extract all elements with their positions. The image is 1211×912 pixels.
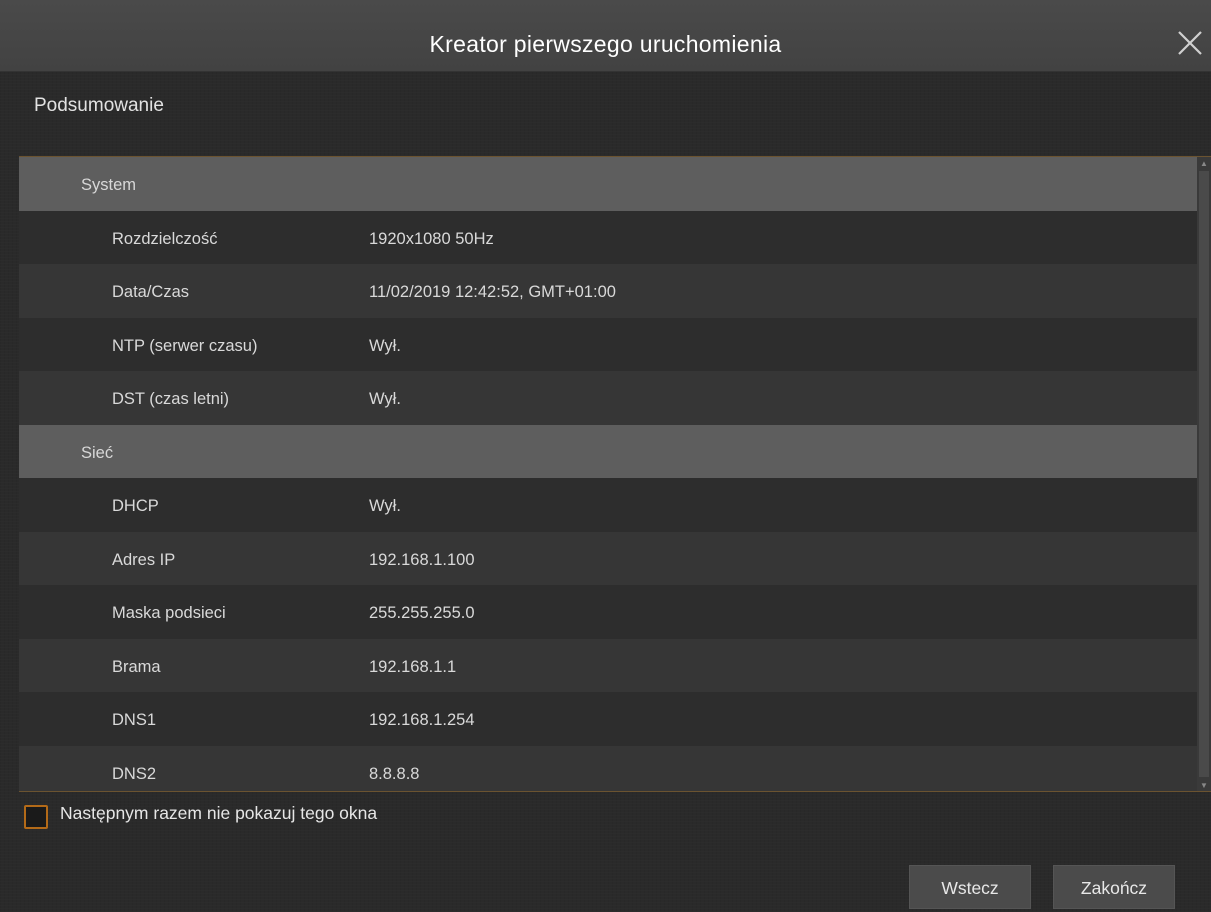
row-value: 255.255.255.0 [369,604,475,622]
wizard-window: Kreator pierwszego uruchomienia Podsumow… [0,0,1211,912]
scroll-down-icon[interactable]: ▼ [1200,782,1208,790]
row-key: Brama [112,657,161,676]
table-row: Brama 192.168.1.1 [19,638,1197,692]
row-key: DNS2 [112,764,157,783]
row-key: Adres IP [112,550,176,569]
row-key: DHCP [112,497,159,515]
table-row: NTP (serwer czasu) Wył. [19,317,1197,371]
scroll-thumb[interactable] [1199,171,1209,777]
row-key: Data/Czas [112,283,190,301]
row-value: 192.168.1.1 [369,657,457,676]
group-label: Sieć [81,443,114,462]
summary-rows: System Rozdzielczość 1920x1080 50Hz Data… [19,157,1197,791]
scrollbar[interactable]: ▲ ▼ [1197,157,1211,791]
row-value: 192.168.1.254 [369,711,475,729]
title-bar: Kreator pierwszego uruchomienia [0,0,1211,72]
dont-show-again-option[interactable]: Następnym razem nie pokazuj tego okna [24,802,378,830]
table-row: DNS2 8.8.8.8 [19,745,1197,791]
table-row: Adres IP 192.168.1.100 [19,531,1197,585]
row-value: Wył. [369,336,401,355]
section-title: Podsumowanie [34,95,164,116]
row-key: DST (czas letni) [112,390,230,408]
group-row-network: Sieć [19,424,1197,478]
row-value: Wył. [369,497,401,515]
window-title: Kreator pierwszego uruchomienia [429,31,782,57]
row-key: DNS1 [112,711,157,729]
row-key: Maska podsieci [112,604,226,622]
close-icon[interactable] [1173,26,1207,60]
table-row: Data/Czas 11/02/2019 12:42:52, GMT+01:00 [19,264,1197,318]
row-value: 11/02/2019 12:42:52, GMT+01:00 [369,283,616,301]
dont-show-again-checkbox[interactable] [24,805,48,829]
row-key: Rozdzielczość [112,229,218,248]
row-value: Wył. [369,390,401,408]
finish-button[interactable]: Zakończ [1053,865,1175,909]
row-key: NTP (serwer czasu) [112,336,258,355]
row-value: 8.8.8.8 [369,764,420,783]
summary-table: System Rozdzielczość 1920x1080 50Hz Data… [19,156,1211,792]
dont-show-again-label: Następnym razem nie pokazuj tego okna [60,802,378,823]
back-button[interactable]: Wstecz [909,865,1031,909]
row-value: 192.168.1.100 [369,550,475,569]
table-row: Rozdzielczość 1920x1080 50Hz [19,210,1197,264]
table-row: DNS1 192.168.1.254 [19,692,1197,746]
table-row: DST (czas letni) Wył. [19,371,1197,425]
group-label: System [81,176,137,194]
group-row-system: System [19,157,1197,211]
scroll-up-icon[interactable]: ▲ [1200,160,1208,168]
table-row: DHCP Wył. [19,478,1197,532]
row-value: 1920x1080 50Hz [369,229,494,248]
table-row: Maska podsieci 255.255.255.0 [19,585,1197,639]
